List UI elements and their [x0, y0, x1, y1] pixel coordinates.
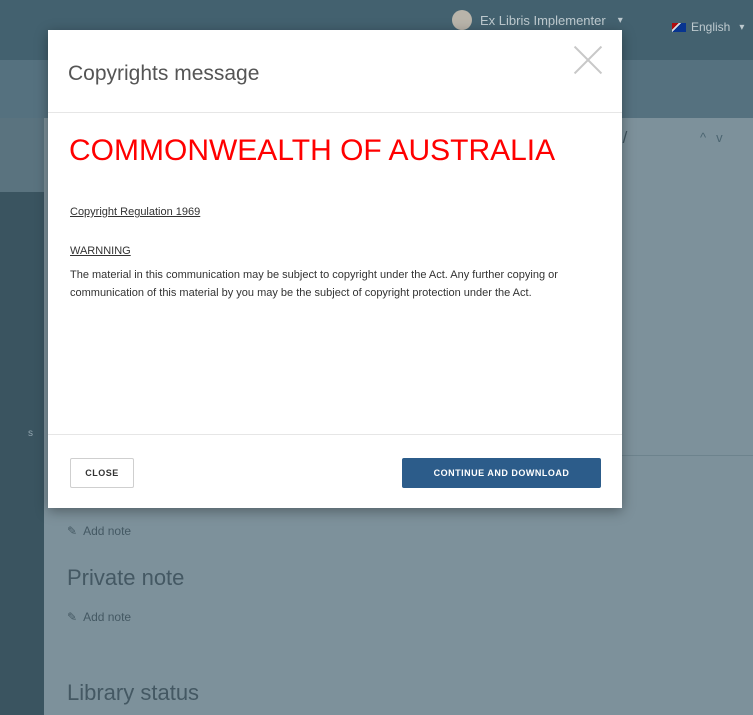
warning-label: WARNNING	[70, 245, 131, 257]
close-icon[interactable]	[573, 45, 603, 75]
country-heading: COMMONWEALTH OF AUSTRALIA	[69, 134, 556, 167]
dialog-footer: CLOSE CONTINUE AND DOWNLOAD	[48, 434, 622, 509]
dialog-title: Copyrights message	[68, 62, 260, 85]
close-button[interactable]: CLOSE	[70, 458, 134, 488]
dialog-body: COMMONWEALTH OF AUSTRALIA Copyright Regu…	[48, 113, 622, 433]
copyright-message: The material in this communication may b…	[70, 269, 558, 299]
dialog-header: Copyrights message	[48, 30, 622, 113]
continue-and-download-button[interactable]: CONTINUE AND DOWNLOAD	[402, 458, 601, 488]
copyright-dialog: Copyrights message COMMONWEALTH OF AUSTR…	[48, 30, 622, 508]
regulation-text: Copyright Regulation 1969	[70, 206, 201, 218]
